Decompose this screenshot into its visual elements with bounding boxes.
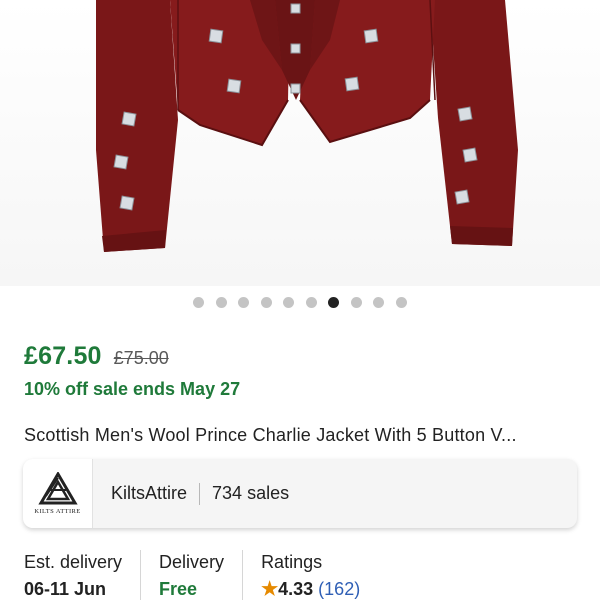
carousel-dot[interactable]	[215, 297, 227, 308]
price-row: £67.50 £75.00	[24, 342, 169, 371]
carousel-dot[interactable]	[373, 297, 385, 308]
divider	[199, 482, 201, 505]
shop-logo[interactable]: KILTS ATTIRE	[23, 459, 93, 528]
ratings-value-row[interactable]: ★4.33 (162)	[261, 576, 360, 600]
star-icon: ★	[261, 579, 279, 600]
est-delivery: Est. delivery 06-11 Jun	[24, 550, 140, 600]
shop-sales-count: 734 sales	[212, 483, 290, 503]
product-title[interactable]: Scottish Men's Wool Prince Charlie Jacke…	[24, 425, 584, 446]
rating-value: 4.33	[278, 579, 314, 599]
shop-info[interactable]: KiltsAttire 734 sales	[93, 459, 289, 528]
triangle-knot-icon	[37, 472, 78, 505]
delivery-label: Delivery	[159, 552, 225, 572]
carousel-dot[interactable]	[328, 297, 340, 308]
carousel-dot[interactable]	[238, 297, 250, 308]
ratings-label: Ratings	[261, 552, 323, 572]
sale-note: 10% off sale ends May 27	[24, 379, 241, 399]
ratings[interactable]: Ratings ★4.33 (162)	[242, 550, 378, 600]
current-price: £67.50	[24, 342, 102, 370]
shop-name[interactable]: KiltsAttire	[111, 483, 187, 504]
original-price: £75.00	[113, 348, 169, 368]
carousel-dot[interactable]	[283, 297, 295, 308]
carousel-dot[interactable]	[350, 297, 362, 308]
carousel-dot[interactable]	[193, 297, 205, 308]
shop-card[interactable]: KILTS ATTIRE KiltsAttire 734 sales	[23, 459, 577, 528]
delivery-value: Free	[159, 579, 198, 599]
shop-logo-text: KILTS ATTIRE	[34, 508, 81, 515]
est-delivery-label: Est. delivery	[24, 552, 123, 572]
product-image[interactable]	[0, 0, 600, 286]
delivery: Delivery Free	[140, 550, 242, 600]
carousel-dot[interactable]	[260, 297, 272, 308]
carousel-dot[interactable]	[395, 297, 407, 308]
rating-count[interactable]: (162)	[318, 579, 360, 599]
info-row: Est. delivery 06-11 Jun Delivery Free Ra…	[24, 550, 378, 600]
jacket-illustration	[96, 0, 518, 252]
carousel-dots[interactable]	[0, 297, 600, 309]
est-delivery-value: 06-11 Jun	[24, 579, 107, 599]
carousel-dot[interactable]	[305, 297, 317, 308]
